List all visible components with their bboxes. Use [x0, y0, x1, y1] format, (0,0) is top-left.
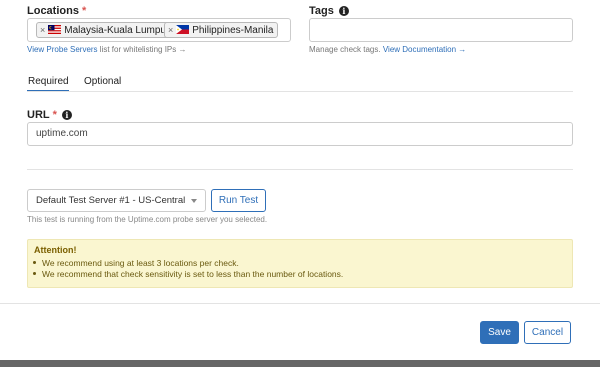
view-probe-servers-link[interactable]: View Probe Servers — [27, 45, 98, 54]
bottom-bar — [0, 360, 600, 367]
test-server-note: This test is running from the Uptime.com… — [27, 215, 268, 224]
url-label: URL * i — [27, 109, 72, 121]
alert-title: Attention! — [34, 245, 77, 255]
cancel-button[interactable]: Cancel — [524, 321, 571, 344]
location-tag-philippines[interactable]: × Philippines-Manila — [164, 22, 279, 38]
philippines-flag-icon — [176, 25, 190, 34]
list-item: We recommend that check sensitivity is s… — [31, 269, 343, 280]
location-tag-malaysia[interactable]: × Malaysia-Kuala Lumpur — [36, 22, 175, 38]
tags-help-text: Manage check tags. View Documentation → — [309, 45, 467, 54]
run-test-button[interactable]: Run Test — [211, 189, 266, 212]
info-icon[interactable]: i — [338, 6, 349, 16]
remove-tag-icon[interactable]: × — [168, 25, 173, 35]
locations-help-text: View Probe Servers list for whitelisting… — [27, 45, 187, 54]
list-item: We recommend using at least 3 locations … — [31, 258, 343, 269]
save-button[interactable]: Save — [480, 321, 519, 344]
locations-label: Locations * — [27, 5, 87, 17]
footer-divider — [0, 303, 600, 304]
info-icon[interactable]: i — [61, 110, 72, 120]
tags-input[interactable] — [309, 18, 573, 42]
required-asterisk: * — [81, 5, 87, 17]
remove-tag-icon[interactable]: × — [40, 25, 45, 35]
malaysia-flag-icon — [48, 25, 62, 34]
chevron-down-icon — [191, 199, 197, 203]
tab-required[interactable]: Required — [28, 76, 69, 87]
tabs-divider — [27, 91, 573, 92]
section-divider — [27, 169, 573, 170]
tags-label: Tags i — [309, 5, 349, 17]
test-server-select[interactable]: Default Test Server #1 - US-Central — [27, 189, 206, 212]
view-documentation-link[interactable]: View Documentation → — [383, 45, 466, 54]
url-input[interactable]: uptime.com — [27, 122, 573, 146]
required-asterisk: * — [52, 109, 57, 121]
tab-optional[interactable]: Optional — [84, 76, 121, 87]
attention-alert: Attention! We recommend using at least 3… — [27, 239, 573, 288]
locations-input[interactable]: × Malaysia-Kuala Lumpur × Philippines-Ma… — [27, 18, 291, 42]
